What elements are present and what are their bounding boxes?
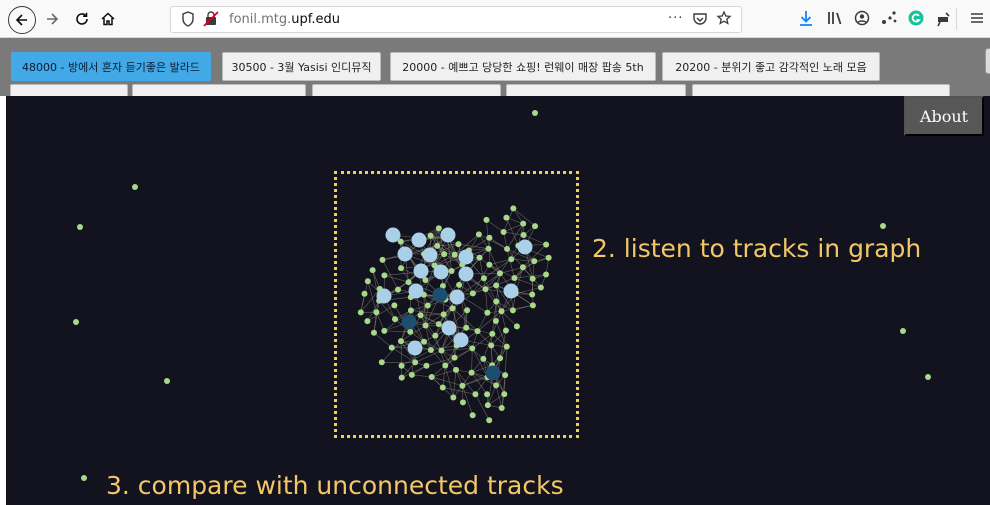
unconnected-track-node[interactable] bbox=[81, 475, 87, 481]
left-edge-strip bbox=[0, 96, 6, 505]
home-icon bbox=[101, 12, 115, 26]
url-bar[interactable]: fonil.mtg.upf.edu ··· bbox=[170, 6, 742, 33]
forward-arrow-icon bbox=[47, 13, 59, 25]
playlist-button-7[interactable] bbox=[312, 84, 501, 96]
unconnected-track-node[interactable] bbox=[132, 184, 138, 190]
reload-icon bbox=[76, 12, 88, 25]
unconnected-track-node[interactable] bbox=[925, 374, 931, 380]
library-icon[interactable] bbox=[826, 9, 844, 30]
page-actions-icon[interactable]: ··· bbox=[668, 11, 683, 26]
page-content: 2. listen to tracks in graph 3. compare … bbox=[0, 38, 990, 505]
grammarly-icon[interactable] bbox=[907, 9, 925, 30]
playlist-button-2[interactable]: 30500 - 3월 Yasisi 인디뮤직 bbox=[222, 52, 381, 81]
back-arrow-icon bbox=[15, 14, 27, 26]
toolbar-divider bbox=[956, 8, 957, 30]
insecure-lock-icon[interactable] bbox=[203, 10, 219, 32]
pin-extension-icon[interactable] bbox=[934, 9, 952, 30]
shield-icon[interactable] bbox=[181, 10, 195, 32]
playlist-button-8[interactable] bbox=[506, 84, 686, 96]
unconnected-track-node[interactable] bbox=[880, 223, 886, 229]
account-icon[interactable] bbox=[853, 9, 871, 30]
about-button[interactable]: About bbox=[904, 96, 984, 136]
unconnected-track-node[interactable] bbox=[73, 319, 79, 325]
step-2-label: 2. listen to tracks in graph bbox=[592, 234, 922, 263]
forward-button[interactable] bbox=[40, 7, 64, 31]
home-button[interactable] bbox=[96, 7, 120, 31]
downloads-icon[interactable] bbox=[797, 9, 815, 30]
url-text[interactable]: fonil.mtg.upf.edu bbox=[229, 12, 340, 27]
playlist-bar: 48000 - 방에서 혼자 듣기좋은 발라드 30500 - 3월 Yasis… bbox=[0, 38, 990, 96]
browser-toolbar: fonil.mtg.upf.edu ··· bbox=[0, 0, 990, 38]
pocket-icon[interactable] bbox=[692, 10, 708, 32]
playlist-button-9[interactable] bbox=[692, 84, 950, 96]
menu-hamburger-icon[interactable] bbox=[969, 9, 985, 30]
unconnected-track-node[interactable] bbox=[77, 224, 83, 230]
extension-graph-icon[interactable] bbox=[880, 9, 898, 30]
connected-tracks-frame bbox=[334, 171, 579, 438]
bookmark-star-icon[interactable] bbox=[716, 10, 732, 32]
reload-button[interactable] bbox=[70, 7, 94, 31]
playlist-button-3[interactable]: 20000 - 예쁘고 당당한 쇼핑! 런웨이 매장 팝송 5th bbox=[390, 52, 656, 81]
playlist-scroll-handle[interactable] bbox=[985, 48, 990, 74]
unconnected-track-node[interactable] bbox=[532, 110, 538, 116]
playlist-button-5[interactable] bbox=[10, 84, 128, 96]
unconnected-track-node[interactable] bbox=[164, 378, 170, 384]
step-3-label: 3. compare with unconnected tracks bbox=[106, 471, 564, 500]
back-button[interactable] bbox=[8, 6, 36, 34]
unconnected-track-node[interactable] bbox=[900, 328, 906, 334]
playlist-button-6[interactable] bbox=[132, 84, 306, 96]
playlist-button-4[interactable]: 20200 - 분위기 좋고 감각적인 노래 모음 bbox=[662, 52, 880, 81]
playlist-button-1[interactable]: 48000 - 방에서 혼자 듣기좋은 발라드 bbox=[11, 52, 211, 81]
